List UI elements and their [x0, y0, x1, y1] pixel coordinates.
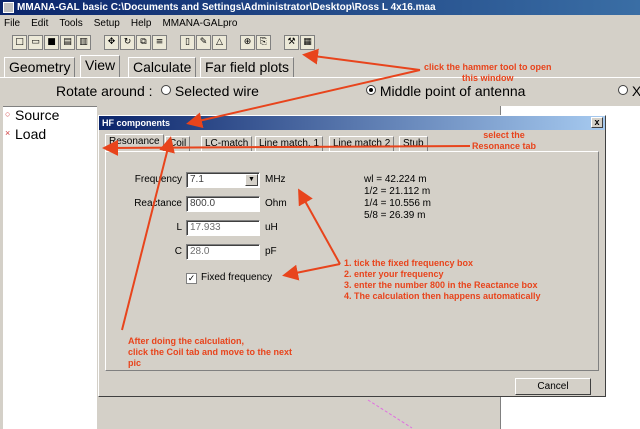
- capacitance-value: 28.0: [190, 246, 210, 257]
- hammer-icon[interactable]: ⚒: [284, 35, 299, 50]
- radio-selected-wire[interactable]: Selected wire: [161, 83, 259, 99]
- c-label: C: [174, 246, 182, 257]
- l-label: L: [176, 222, 182, 233]
- rotate-around-label: Rotate around :: [56, 83, 153, 99]
- print-icon[interactable]: ▤: [60, 35, 75, 50]
- steps-annotation-line-3: 3. enter the number 800 in the Reactance…: [344, 280, 538, 290]
- steps-annotation: 1. tick the fixed frequency box 2. enter…: [344, 258, 541, 302]
- radio-button[interactable]: [618, 85, 628, 95]
- tab-stub[interactable]: Stub: [399, 136, 428, 152]
- copy2-icon[interactable]: ⎘: [256, 35, 271, 50]
- tab-view[interactable]: View: [80, 55, 121, 77]
- steps-annotation-line-1: 1. tick the fixed frequency box: [344, 258, 474, 268]
- hammer-annotation-line-2: this window: [462, 73, 514, 83]
- triangle-icon[interactable]: △: [212, 35, 227, 50]
- radio-x[interactable]: X: [618, 83, 640, 99]
- rotate-around-row: Rotate around : Selected wire Middle poi…: [0, 82, 640, 102]
- resonance-annotation-line-2: Resonance tab: [472, 141, 537, 151]
- copy-icon[interactable]: ⧉: [136, 35, 151, 50]
- result-half-wave: 1/2 = 21.112 m: [364, 186, 431, 197]
- page-icon[interactable]: ▯: [180, 35, 195, 50]
- tree-item-label: Source: [15, 107, 60, 123]
- menu-mmana-galpro[interactable]: MMANA-GALpro: [162, 18, 237, 29]
- tab-line-match-1[interactable]: Line match. 1: [255, 136, 324, 152]
- radio-middle-point-label: Middle point of antenna: [379, 83, 526, 99]
- result-five-eighths: 5/8 = 26.39 m: [364, 210, 426, 221]
- fixed-frequency-checkbox[interactable]: ✓: [186, 273, 197, 284]
- capacitance-unit: pF: [265, 246, 277, 257]
- reactance-label: Reactance: [134, 198, 182, 209]
- menu-tools[interactable]: Tools: [59, 18, 82, 29]
- result-quarter-wave: 1/4 = 10.556 m: [364, 198, 431, 209]
- dialog-title: HF components: [102, 118, 171, 128]
- load-marker-icon: ×: [5, 128, 11, 138]
- frequency-dropdown[interactable]: 7.1 ▼: [186, 172, 260, 188]
- coil-annotation: After doing the calculation, click the C…: [128, 336, 292, 369]
- frequency-label: Frequency: [134, 174, 182, 185]
- radio-middle-point[interactable]: Middle point of antenna: [366, 83, 525, 99]
- reactance-unit: Ohm: [265, 198, 287, 209]
- menu-setup[interactable]: Setup: [94, 18, 120, 29]
- tab-geometry[interactable]: Geometry: [4, 57, 76, 77]
- menu-file[interactable]: File: [4, 18, 20, 29]
- save-icon[interactable]: ■: [44, 35, 59, 50]
- chevron-down-icon[interactable]: ▼: [245, 174, 258, 186]
- resonance-annotation-line-1: select the: [483, 130, 525, 140]
- tab-line-match-2[interactable]: Line match 2: [329, 136, 395, 152]
- window-title-bar: MMANA-GAL basic C:\Documents and Setting…: [0, 0, 640, 15]
- result-wavelength: wl = 42.224 m: [364, 174, 427, 185]
- tab-lc-match[interactable]: LC-match: [201, 136, 253, 152]
- reactance-value: 800.0: [190, 198, 216, 209]
- hammer-annotation-line-1: click the hammer tool to open: [424, 62, 552, 72]
- tab-far-field-plots[interactable]: Far field plots: [200, 57, 295, 77]
- rotate-icon[interactable]: ↻: [120, 35, 135, 50]
- window-title: MMANA-GAL basic C:\Documents and Setting…: [17, 2, 436, 13]
- toolbar: □ ▭ ■ ▤ ▥ ✥ ↻ ⧉ ≡ ▯ ✎ △ ⊕ ⎘ ⚒ ▦: [0, 33, 640, 53]
- frequency-unit: MHz: [265, 174, 286, 185]
- reactance-input[interactable]: 800.0: [186, 196, 260, 212]
- tab-coil[interactable]: Coil: [165, 136, 191, 152]
- pink-dashed-line: [367, 399, 413, 429]
- coil-annotation-line-3: pic: [128, 358, 142, 368]
- frequency-value: 7.1: [190, 174, 204, 185]
- dialog-title-bar: HF components x: [99, 116, 605, 130]
- app-icon: [3, 2, 14, 13]
- menu-bar: File Edit Tools Setup Help MMANA-GALpro: [0, 15, 640, 31]
- tree-item-label: Load: [15, 126, 47, 142]
- tab-calculate[interactable]: Calculate: [128, 57, 197, 77]
- inductance-value: 17.933: [190, 222, 221, 233]
- open-icon[interactable]: ▭: [28, 35, 43, 50]
- inductance-unit: uH: [265, 222, 278, 233]
- radio-selected-wire-label: Selected wire: [174, 83, 259, 99]
- fixed-frequency-label: Fixed frequency: [201, 272, 273, 283]
- calculator-icon[interactable]: ▦: [300, 35, 315, 50]
- move-icon[interactable]: ✥: [104, 35, 119, 50]
- source-marker-icon: ○: [5, 109, 11, 119]
- hammer-annotation: click the hammer tool to open this windo…: [424, 62, 552, 84]
- steps-annotation-line-2: 2. enter your frequency: [344, 269, 444, 279]
- align-icon[interactable]: ≡: [152, 35, 167, 50]
- radio-button[interactable]: [161, 85, 171, 95]
- close-icon[interactable]: x: [591, 117, 603, 128]
- capacitance-field[interactable]: 28.0: [186, 244, 260, 260]
- resonance-annotation: select the Resonance tab: [472, 130, 536, 152]
- element-tree: ○ Source × Load: [3, 106, 97, 429]
- menu-edit[interactable]: Edit: [31, 18, 48, 29]
- tab-resonance[interactable]: Resonance: [105, 134, 164, 152]
- radio-x-label: X: [631, 83, 640, 99]
- coil-annotation-line-1: After doing the calculation,: [128, 336, 245, 346]
- radio-button-checked[interactable]: [366, 85, 376, 95]
- coil-annotation-line-2: click the Coil tab and move to the next: [128, 347, 293, 357]
- tree-item-source[interactable]: ○ Source: [3, 107, 97, 126]
- edit-icon[interactable]: ✎: [196, 35, 211, 50]
- new-icon[interactable]: □: [12, 35, 27, 50]
- steps-annotation-line-4: 4. The calculation then happens automati…: [344, 291, 541, 301]
- cancel-button[interactable]: Cancel: [515, 378, 591, 395]
- inductance-field[interactable]: 17.933: [186, 220, 260, 236]
- target-icon[interactable]: ⊕: [240, 35, 255, 50]
- menu-help[interactable]: Help: [131, 18, 152, 29]
- export-icon[interactable]: ▥: [76, 35, 91, 50]
- tree-item-load[interactable]: × Load: [3, 126, 97, 145]
